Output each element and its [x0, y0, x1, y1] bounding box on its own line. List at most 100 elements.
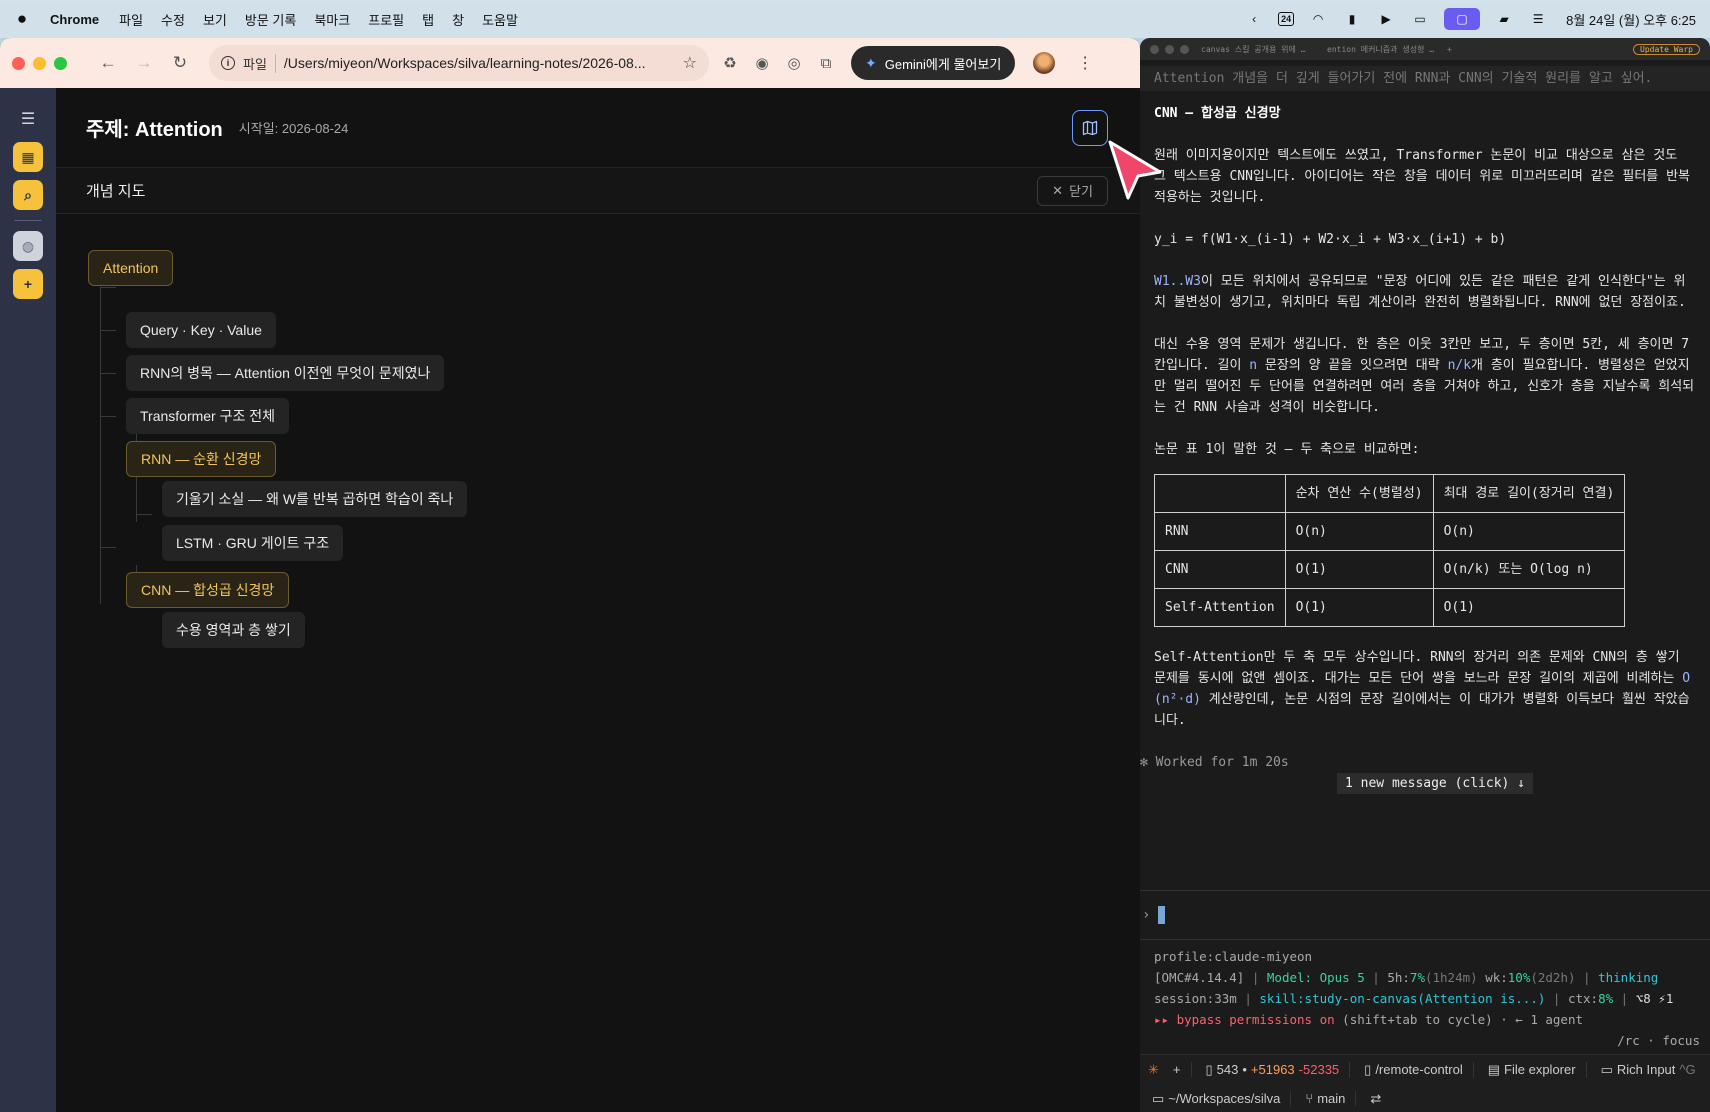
- file-explorer-button[interactable]: ▤ File explorer: [1484, 1061, 1587, 1078]
- grid-view-icon[interactable]: ▦: [13, 142, 43, 172]
- battery-icon[interactable]: ▰: [1494, 11, 1514, 27]
- menu-view[interactable]: 보기: [203, 10, 227, 29]
- tree-connector: [136, 514, 152, 515]
- minimize-window-button[interactable]: [33, 56, 46, 70]
- terminal-tab-bar: canvas 스킬 공개용 위에 설정 검토 ention 메커니즘과 생성형 …: [1140, 38, 1710, 60]
- menu-tab[interactable]: 탭: [422, 10, 434, 29]
- menu-window[interactable]: 창: [452, 10, 464, 29]
- cwd-button[interactable]: ▭ ~/Workspaces/silva: [1148, 1090, 1292, 1107]
- git-diff-icon[interactable]: ⇄: [1366, 1091, 1391, 1107]
- status-model: Model: Opus 5: [1266, 970, 1365, 985]
- status-omc-version: [OMC#4.14.4]: [1154, 970, 1245, 985]
- inline-code: n/k: [1447, 358, 1472, 373]
- tree-node[interactable]: LSTM · GRU 게이트 구조: [162, 525, 344, 561]
- concept-map-header: 개념 지도 ✕ 닫기: [56, 168, 1140, 214]
- forward-arrow-icon[interactable]: →: [131, 53, 157, 73]
- menu-edit[interactable]: 수정: [161, 10, 185, 29]
- play-icon[interactable]: ▶: [1376, 11, 1396, 27]
- minimize-window-button[interactable]: [1165, 44, 1174, 54]
- apple-logo-icon[interactable]: ●: [14, 9, 30, 29]
- close-window-button[interactable]: [12, 56, 25, 70]
- concept-map-tree: Attention Query · Key · Value RNN의 병목 — …: [56, 214, 1140, 648]
- add-icon[interactable]: +: [13, 269, 43, 299]
- tree-node[interactable]: 기울기 소실 — 왜 W를 반복 곱하면 학습이 죽나: [162, 481, 468, 517]
- paragraph-text: 계산량인데, 논문 시점의 문장 길이에서는 이 대가가 병렬화 이득보다 훨씬…: [1154, 692, 1690, 728]
- tree-node[interactable]: Transformer 구조 전체: [126, 398, 290, 434]
- remote-control-button[interactable]: ▯ /remote-control: [1360, 1061, 1474, 1078]
- table-cell: O(n): [1284, 512, 1434, 551]
- close-window-button[interactable]: [1150, 44, 1159, 54]
- window-controls: [12, 56, 67, 70]
- menu-profiles[interactable]: 프로필: [368, 10, 404, 29]
- extensions-puzzle-icon[interactable]: ⧉: [815, 55, 837, 72]
- table-row: CNN O(1) O(n/k) 또는 O(log n): [1154, 550, 1626, 589]
- reload-icon[interactable]: ↻: [167, 53, 193, 73]
- address-url[interactable]: /Users/miyeon/Workspaces/silva/learning-…: [284, 55, 675, 71]
- status-usage-row: [OMC#4.14.4] | Model: Opus 5 | 5h:7%(1h2…: [1154, 970, 1659, 985]
- add-pane-icon[interactable]: +: [1169, 1062, 1192, 1077]
- globe-icon[interactable]: ◍: [13, 231, 43, 261]
- tree-node[interactable]: RNN의 병목 — Attention 이전엔 무엇이 문제였나: [126, 355, 445, 391]
- toggle-sidebar-icon[interactable]: ☰: [13, 104, 43, 134]
- concept-map-toggle-button[interactable]: [1072, 109, 1108, 146]
- new-tab-icon[interactable]: +: [1447, 45, 1452, 54]
- search-notes-icon[interactable]: ⌕: [13, 180, 43, 210]
- password-manager-icon[interactable]: ◉: [751, 54, 773, 72]
- status-5h-reset: (1h24m): [1424, 970, 1478, 985]
- diff-stats[interactable]: ▯ 543 • +51963 -52335: [1202, 1061, 1351, 1078]
- status-ctx-label: ctx:: [1567, 991, 1599, 1006]
- paragraph: W1..W3이 모든 위치에서 공유되므로 "문장 어디에 있든 같은 패턴은 …: [1154, 271, 1696, 313]
- zoom-window-button[interactable]: [54, 56, 67, 70]
- menu-bookmarks[interactable]: 북마크: [314, 10, 350, 29]
- control-center-icon[interactable]: ☰: [1528, 11, 1548, 27]
- zoom-window-button[interactable]: [1180, 44, 1189, 54]
- gemini-button[interactable]: ✦ Gemini에게 물어보기: [851, 46, 1016, 80]
- table-cell: RNN: [1154, 512, 1286, 551]
- terminal-tab-active[interactable]: ention 메커니즘과 생성형 AI의 발전: [1321, 44, 1441, 55]
- screen-mirroring-icon[interactable]: ▢: [1444, 8, 1481, 30]
- menu-app-name[interactable]: Chrome: [50, 12, 99, 27]
- chevron-left-icon[interactable]: ‹: [1244, 11, 1264, 27]
- phone-icon: ▯: [1364, 1061, 1372, 1077]
- tree-node-branch[interactable]: CNN — 합성곱 신경망: [126, 572, 290, 608]
- tree-node[interactable]: Query · Key · Value: [126, 312, 276, 348]
- table-row: RNN O(n) O(n): [1154, 512, 1626, 551]
- menu-help[interactable]: 도움말: [482, 10, 518, 29]
- address-bar[interactable]: i 파일 /Users/miyeon/Workspaces/silva/lear…: [209, 45, 709, 81]
- cwd-label: ~/Workspaces/silva: [1168, 1091, 1281, 1106]
- terminal-output: Attention 개념을 더 깊게 들어가기 전에 RNN과 CNN의 기술적…: [1140, 60, 1710, 794]
- tree-node-root[interactable]: Attention: [88, 250, 174, 286]
- file-icon: ▯: [1205, 1061, 1213, 1077]
- tree-node-branch[interactable]: RNN — 순환 신경망: [126, 441, 277, 477]
- new-message-button[interactable]: 1 new message (click) ↓: [1337, 773, 1534, 794]
- git-branch-button[interactable]: ⑂ main: [1301, 1091, 1357, 1106]
- paragraph: 논문 표 1이 말한 것 — 두 축으로 비교하면:: [1154, 442, 1420, 457]
- close-concept-map-button[interactable]: ✕ 닫기: [1037, 175, 1108, 206]
- more-menu-icon[interactable]: ⋮: [1077, 53, 1093, 73]
- update-warp-button[interactable]: Update Warp: [1633, 43, 1700, 55]
- user-prompt-echo: Attention 개념을 더 깊게 들어가기 전에 RNN과 CNN의 기술적…: [1140, 66, 1710, 91]
- menu-history[interactable]: 방문 기록: [245, 10, 296, 29]
- sidebar-app-icon[interactable]: ▮: [1342, 11, 1362, 27]
- info-icon[interactable]: i: [221, 56, 235, 70]
- rich-input-button[interactable]: ▭ Rich Input ^G: [1597, 1062, 1706, 1078]
- recycle-extension-icon[interactable]: ♻: [719, 54, 741, 72]
- wifi-icon[interactable]: ◠: [1308, 11, 1328, 27]
- status-session-row: session:33m | skill:study-on-canvas(Atte…: [1154, 991, 1674, 1006]
- worked-duration: ✻ Worked for 1m 20s: [1140, 755, 1289, 770]
- page-title: 주제: Attention: [86, 119, 223, 141]
- status-wk-reset: (2d2h): [1530, 970, 1576, 985]
- profile-avatar[interactable]: [1033, 52, 1056, 74]
- status-ctx-pct: 8%: [1598, 991, 1614, 1006]
- bookmark-star-icon[interactable]: ☆: [683, 53, 697, 73]
- menu-clock[interactable]: 8월 24일 (월) 오후 6:25: [1566, 10, 1696, 29]
- menu-file[interactable]: 파일: [119, 10, 143, 29]
- terminal-input[interactable]: ›: [1140, 890, 1710, 940]
- terminal-tab[interactable]: canvas 스킬 공개용 위에 설정 검토: [1195, 44, 1315, 55]
- display-icon[interactable]: ▭: [1410, 11, 1430, 27]
- calendar-icon[interactable]: 24: [1278, 12, 1295, 26]
- screenshot-extension-icon[interactable]: ◎: [783, 54, 805, 72]
- back-arrow-icon[interactable]: ←: [95, 53, 121, 73]
- input-prompt-icon: ›: [1142, 907, 1151, 923]
- tree-node[interactable]: 수용 영역과 층 쌓기: [162, 612, 305, 648]
